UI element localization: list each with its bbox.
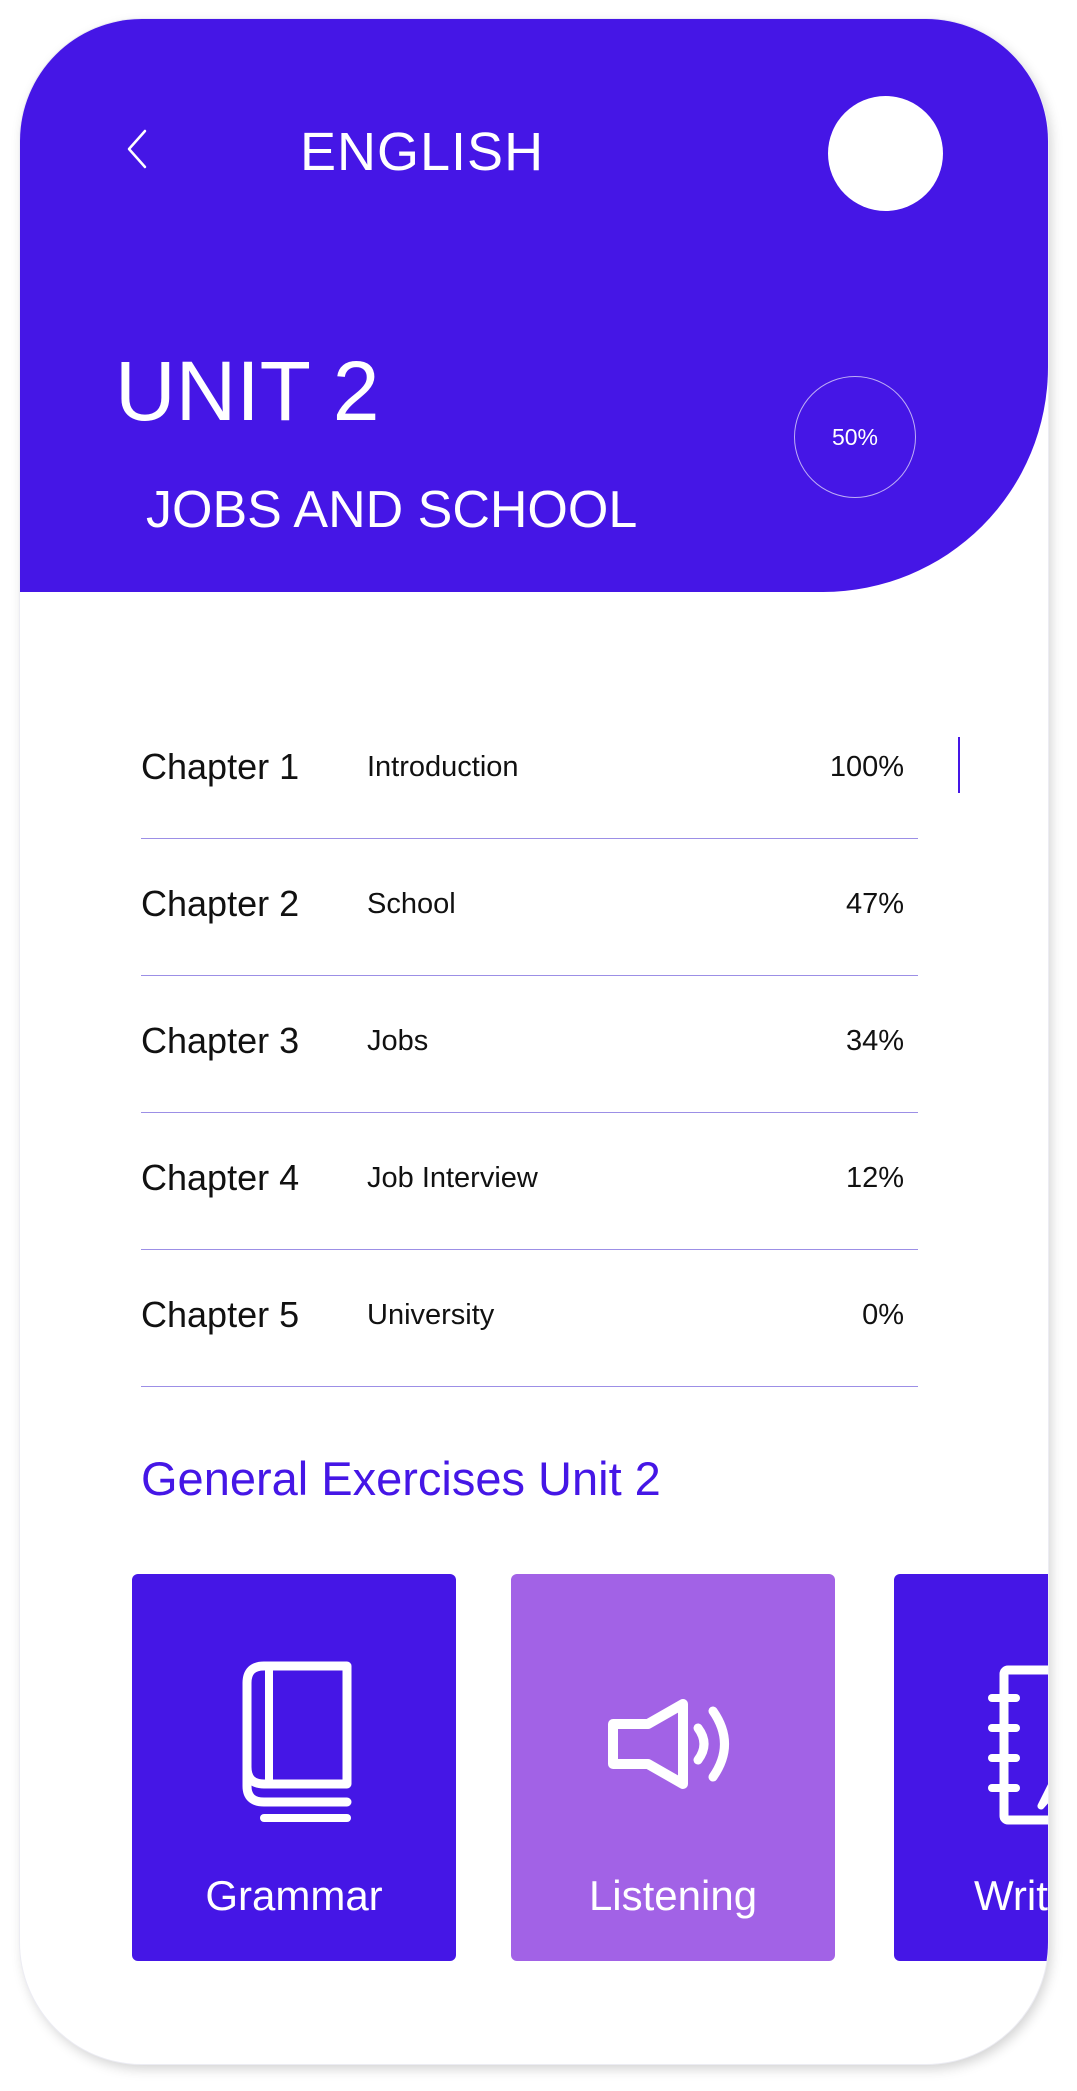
avatar[interactable] bbox=[828, 96, 943, 211]
chapter-progress: 34% bbox=[845, 1025, 904, 1057]
chapter-list: Chapter 1 Introduction 100% Chapter 2 Sc… bbox=[141, 702, 918, 1387]
chevron-left-icon bbox=[127, 129, 147, 169]
chapter-progress: 12% bbox=[845, 1162, 904, 1194]
chapter-progress: 47% bbox=[845, 888, 904, 920]
unit-title: UNIT 2 bbox=[115, 344, 380, 438]
chapter-row-2[interactable]: Chapter 2 School 47% bbox=[141, 839, 918, 976]
back-button[interactable] bbox=[115, 119, 165, 179]
speaker-icon bbox=[608, 1699, 729, 1789]
notebook-icon bbox=[988, 1665, 1048, 1825]
page-title: ENGLISH bbox=[300, 122, 545, 182]
chapter-row-1[interactable]: Chapter 1 Introduction 100% bbox=[141, 702, 918, 839]
listening-card-label: Listening bbox=[588, 1872, 758, 1919]
chapter-topic: Jobs bbox=[367, 1025, 429, 1057]
chapter-topic: Job Interview bbox=[367, 1162, 538, 1194]
chapter-name: Chapter 1 bbox=[141, 746, 300, 787]
chapter-name: Chapter 2 bbox=[141, 883, 300, 924]
chapter-progress: 0% bbox=[862, 1299, 904, 1331]
writing-card-label: Writ bbox=[974, 1872, 1048, 1919]
chapter-name: Chapter 4 bbox=[141, 1157, 300, 1198]
unit-progress-badge: 50% bbox=[794, 376, 916, 498]
chapter-topic: Introduction bbox=[367, 751, 519, 783]
chapter-name: Chapter 3 bbox=[141, 1020, 300, 1061]
listening-card[interactable]: Listening bbox=[511, 1574, 835, 1961]
chapter-progress: 100% bbox=[829, 751, 904, 783]
book-icon bbox=[242, 1661, 352, 1822]
chapter-topic: University bbox=[367, 1299, 495, 1331]
phone-screen: ENGLISH UNIT 2 JOBS AND SCHOOL 50% Chapt… bbox=[20, 19, 1048, 2064]
scrollbar[interactable] bbox=[958, 737, 960, 793]
grammar-card-label: Grammar bbox=[205, 1872, 383, 1919]
chapter-row-3[interactable]: Chapter 3 Jobs 34% bbox=[141, 976, 918, 1113]
chapter-row-5[interactable]: Chapter 5 University 0% bbox=[141, 1250, 918, 1387]
exercises-section-title: General Exercises Unit 2 bbox=[141, 1452, 661, 1505]
chapter-name: Chapter 5 bbox=[141, 1294, 300, 1335]
chapter-row-4[interactable]: Chapter 4 Job Interview 12% bbox=[141, 1113, 918, 1250]
grammar-card[interactable]: Grammar bbox=[132, 1574, 456, 1961]
unit-subtitle: JOBS AND SCHOOL bbox=[146, 481, 638, 539]
writing-card[interactable]: Writ bbox=[894, 1574, 1048, 1961]
unit-header: ENGLISH UNIT 2 JOBS AND SCHOOL 50% bbox=[20, 19, 1048, 592]
chapter-topic: School bbox=[367, 888, 456, 920]
